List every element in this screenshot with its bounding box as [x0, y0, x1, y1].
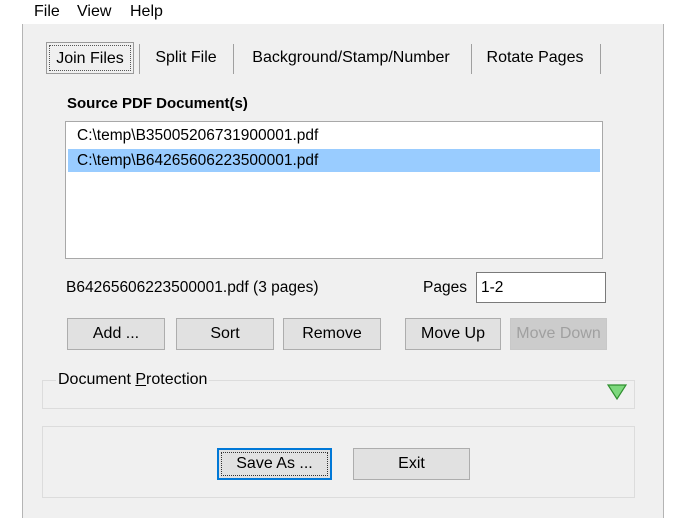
- selected-file-info: B64265606223500001.pdf (3 pages): [66, 279, 319, 296]
- tab-background-stamp-number[interactable]: Background/Stamp/Number: [238, 42, 464, 74]
- move-up-button[interactable]: Move Up: [405, 318, 501, 350]
- source-file-list[interactable]: C:\temp\B35005206731900001.pdf C:\temp\B…: [65, 121, 603, 259]
- pages-label-accelerator: g: [441, 279, 451, 296]
- menu-help[interactable]: Help: [130, 3, 163, 21]
- expand-triangle-icon[interactable]: [607, 384, 627, 400]
- menu-view[interactable]: View: [77, 3, 111, 21]
- sort-button[interactable]: Sort: [176, 318, 274, 350]
- pages-label: Pages: [423, 279, 467, 297]
- move-down-button: Move Down: [510, 318, 607, 350]
- save-as-button[interactable]: Save As ...: [217, 448, 332, 480]
- tab-split-file[interactable]: Split File: [145, 42, 227, 74]
- exit-button[interactable]: Exit: [353, 448, 470, 480]
- pages-label-text: es: [450, 279, 467, 296]
- document-protection-title[interactable]: Document Protection: [56, 371, 210, 389]
- group-title-text: Document: [58, 371, 136, 388]
- tab-separator: [471, 44, 472, 74]
- pages-input[interactable]: 1-2: [476, 272, 606, 303]
- group-title-accelerator: P: [135, 371, 147, 388]
- tab-rotate-pages[interactable]: Rotate Pages: [476, 42, 594, 74]
- list-item[interactable]: C:\temp\B35005206731900001.pdf: [68, 124, 600, 147]
- tab-join-files[interactable]: Join Files: [46, 42, 134, 74]
- tab-separator: [600, 44, 601, 74]
- menu-bar: File View Help: [0, 0, 690, 24]
- pages-label-text: Pa: [423, 279, 442, 296]
- list-item-selected[interactable]: C:\temp\B64265606223500001.pdf: [68, 149, 600, 172]
- tab-separator: [233, 44, 234, 74]
- focus-ring: [221, 452, 328, 476]
- footer-panel: [42, 426, 635, 498]
- source-pdf-heading: Source PDF Document(s): [67, 95, 248, 112]
- group-title-text: rotection: [146, 371, 208, 388]
- tab-separator: [139, 44, 140, 74]
- add-button[interactable]: Add ...: [67, 318, 165, 350]
- menu-file[interactable]: File: [34, 3, 60, 21]
- remove-button[interactable]: Remove: [283, 318, 381, 350]
